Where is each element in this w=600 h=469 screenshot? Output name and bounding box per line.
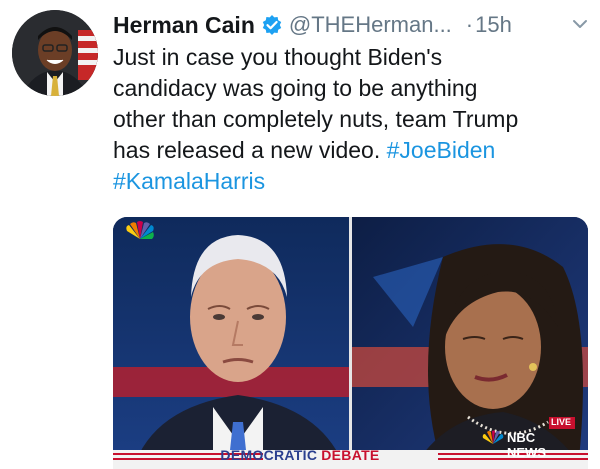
- nbc-peacock-logo-icon: [124, 221, 156, 241]
- banner-democratic: DEMOCRATIC: [220, 447, 318, 463]
- avatar[interactable]: [12, 10, 98, 96]
- separator-dot: ·: [465, 12, 474, 37]
- hashtag-joebiden[interactable]: #JoeBiden: [387, 137, 496, 163]
- tweet-text-line: has released a new video. #JoeBiden: [113, 135, 593, 166]
- timestamp[interactable]: 15h: [475, 12, 512, 38]
- nbc-news-live-badge: LIVE NBC NEWS: [437, 417, 577, 460]
- tweet[interactable]: Herman Cain @THEHerman... · 15h Just in …: [0, 0, 600, 469]
- banner-debate: DEBATE: [321, 447, 380, 463]
- debate-banner: DEMOCRATIC DEBATE: [0, 447, 600, 463]
- tweet-text-segment: has released a new video.: [113, 137, 387, 163]
- tweet-text: Just in case you thought Biden's candida…: [113, 42, 593, 197]
- live-label: LIVE: [551, 417, 572, 427]
- profile-photo-icon: [12, 10, 98, 96]
- tweet-text-line: candidacy was going to be anything: [113, 75, 478, 101]
- author-handle[interactable]: @THEHerman...: [289, 12, 452, 38]
- chevron-down-icon[interactable]: [570, 14, 590, 34]
- tweet-header: Herman Cain @THEHerman... · 15h: [113, 8, 512, 42]
- verified-badge-icon: [261, 14, 283, 36]
- hashtag-kamalaharris[interactable]: #KamalaHarris: [113, 166, 593, 197]
- tweet-text-line: other than completely nuts, team Trump: [113, 106, 519, 132]
- tweet-text-line: Just in case you thought Biden's: [113, 44, 443, 70]
- author-name[interactable]: Herman Cain: [113, 12, 255, 39]
- nbc-peacock-small-icon: [482, 430, 504, 444]
